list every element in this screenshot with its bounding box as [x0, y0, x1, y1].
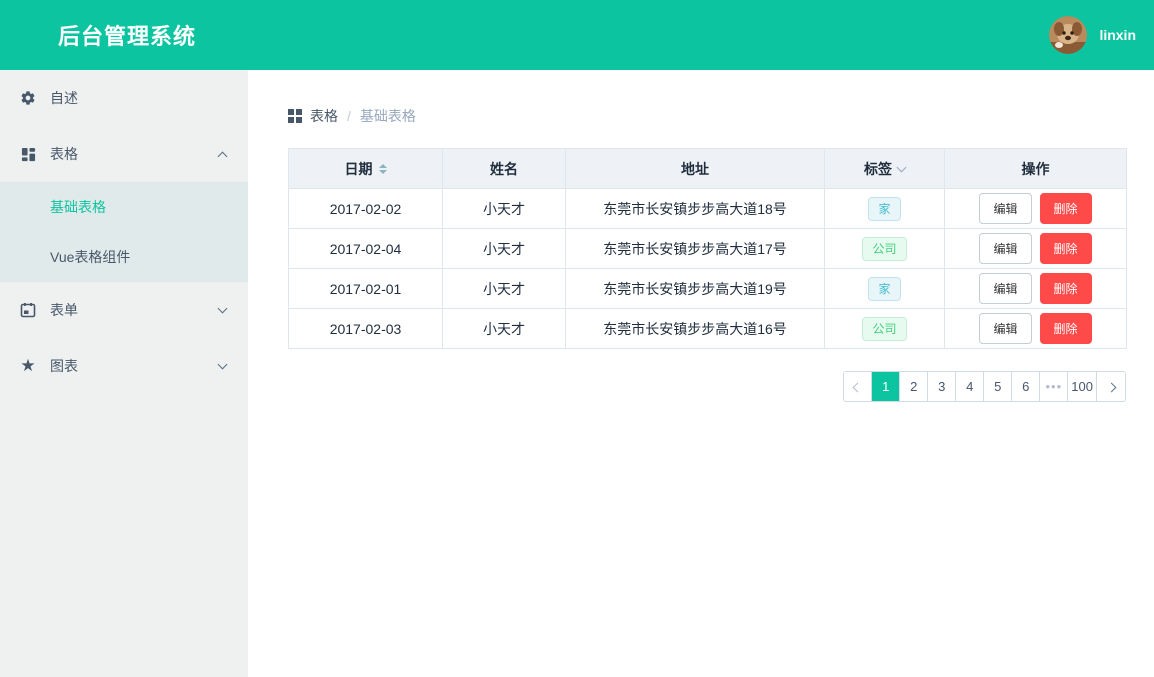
edit-button[interactable]: 编辑 — [979, 273, 1031, 304]
cell-actions: 编辑删除 — [945, 269, 1127, 309]
form-icon — [20, 302, 36, 318]
filter-chevron-icon[interactable] — [897, 162, 907, 172]
basic-table: 日期 姓名 地址 标签 操作 — [288, 148, 1127, 349]
column-header-label: 日期 — [345, 159, 373, 179]
sidebar-item-chart[interactable]: ★ 图表 — [0, 338, 248, 394]
cell-address: 东莞市长安镇步步高大道18号 — [566, 189, 825, 229]
cell-date: 2017-02-03 — [289, 309, 443, 349]
pagination: 1 2 3 4 5 6 ••• 100 — [843, 371, 1126, 402]
table-row: 2017-02-01 小天才 东莞市长安镇步步高大道19号 家 编辑删除 — [289, 269, 1127, 309]
chevron-right-icon — [1106, 383, 1116, 393]
more-pages-button[interactable]: ••• — [1040, 372, 1068, 401]
gear-icon — [20, 90, 36, 106]
submenu-item-label: 基础表格 — [50, 197, 106, 217]
cell-name: 小天才 — [443, 189, 566, 229]
puppy-avatar-image — [1049, 16, 1087, 54]
chevron-down-icon — [218, 304, 228, 314]
cell-tag: 家 — [825, 269, 945, 309]
sidebar-item-vue-table-component[interactable]: Vue表格组件 — [0, 232, 248, 282]
cell-address: 东莞市长安镇步步高大道16号 — [566, 309, 825, 349]
cell-name: 小天才 — [443, 309, 566, 349]
breadcrumb: 表格 / 基础表格 — [288, 106, 1127, 126]
app-header: 后台管理系统 linxin — [0, 0, 1154, 70]
page-button-6[interactable]: 6 — [1012, 372, 1040, 401]
sidebar-item-label: 自述 — [50, 88, 226, 108]
sidebar: 自述 表格 基础表格 Vue表格组件 表单 ★ 图表 — [0, 70, 248, 677]
table-submenu: 基础表格 Vue表格组件 — [0, 182, 248, 282]
page-button-2[interactable]: 2 — [900, 372, 928, 401]
delete-button[interactable]: 删除 — [1040, 273, 1092, 304]
chevron-left-icon — [853, 383, 863, 393]
cell-date: 2017-02-04 — [289, 229, 443, 269]
username-label: linxin — [1099, 27, 1136, 43]
delete-button[interactable]: 删除 — [1040, 313, 1092, 344]
column-header-name: 姓名 — [443, 149, 566, 189]
column-header-actions: 操作 — [945, 149, 1127, 189]
edit-button[interactable]: 编辑 — [979, 313, 1031, 344]
sidebar-item-label: 表单 — [50, 300, 219, 320]
page-button-100[interactable]: 100 — [1068, 372, 1097, 401]
table-row: 2017-02-04 小天才 东莞市长安镇步步高大道17号 公司 编辑删除 — [289, 229, 1127, 269]
cell-date: 2017-02-01 — [289, 269, 443, 309]
breadcrumb-root[interactable]: 表格 — [310, 106, 338, 126]
cell-tag: 公司 — [825, 309, 945, 349]
delete-button[interactable]: 删除 — [1040, 233, 1092, 264]
tag-badge: 家 — [868, 197, 900, 221]
page-button-1[interactable]: 1 — [872, 372, 900, 401]
tag-badge: 家 — [868, 277, 900, 301]
sidebar-item-basic-table[interactable]: 基础表格 — [0, 182, 248, 232]
table-header-row: 日期 姓名 地址 标签 操作 — [289, 149, 1127, 189]
cell-address: 东莞市长安镇步步高大道17号 — [566, 229, 825, 269]
delete-button[interactable]: 删除 — [1040, 193, 1092, 224]
page-button-5[interactable]: 5 — [984, 372, 1012, 401]
tag-badge: 公司 — [862, 237, 906, 261]
chevron-down-icon — [218, 360, 228, 370]
app-title: 后台管理系统 — [58, 19, 196, 51]
table-row: 2017-02-03 小天才 东莞市长安镇步步高大道16号 公司 编辑删除 — [289, 309, 1127, 349]
edit-button[interactable]: 编辑 — [979, 193, 1031, 224]
next-page-button[interactable] — [1097, 372, 1125, 401]
cell-name: 小天才 — [443, 229, 566, 269]
main-content: 表格 / 基础表格 日期 姓名 地址 — [248, 70, 1154, 677]
table-row: 2017-02-02 小天才 东莞市长安镇步步高大道18号 家 编辑删除 — [289, 189, 1127, 229]
submenu-item-label: Vue表格组件 — [50, 247, 130, 267]
pagination-row: 1 2 3 4 5 6 ••• 100 — [288, 371, 1126, 402]
edit-button[interactable]: 编辑 — [979, 233, 1031, 264]
sidebar-item-table[interactable]: 表格 — [0, 126, 248, 182]
cell-tag: 家 — [825, 189, 945, 229]
column-header-label: 标签 — [864, 159, 892, 179]
column-header-date[interactable]: 日期 — [289, 149, 443, 189]
sidebar-item-label: 表格 — [50, 144, 219, 164]
column-header-address: 地址 — [566, 149, 825, 189]
cell-name: 小天才 — [443, 269, 566, 309]
cell-actions: 编辑删除 — [945, 189, 1127, 229]
chevron-up-icon — [218, 151, 228, 161]
cell-tag: 公司 — [825, 229, 945, 269]
sidebar-item-form[interactable]: 表单 — [0, 282, 248, 338]
sort-caret-icon[interactable] — [379, 164, 387, 174]
cell-actions: 编辑删除 — [945, 309, 1127, 349]
sidebar-item-label: 图表 — [50, 356, 219, 376]
page-button-3[interactable]: 3 — [928, 372, 956, 401]
star-icon: ★ — [20, 358, 36, 374]
breadcrumb-current: 基础表格 — [360, 106, 416, 126]
sidebar-item-readme[interactable]: 自述 — [0, 70, 248, 126]
page-button-4[interactable]: 4 — [956, 372, 984, 401]
tag-badge: 公司 — [862, 317, 906, 341]
user-avatar[interactable] — [1049, 16, 1087, 54]
column-header-tag: 标签 — [825, 149, 945, 189]
breadcrumb-separator: / — [347, 108, 351, 124]
grid-icon — [288, 109, 302, 123]
cell-actions: 编辑删除 — [945, 229, 1127, 269]
table-icon — [20, 146, 36, 162]
main-layout: 自述 表格 基础表格 Vue表格组件 表单 ★ 图表 — [0, 70, 1154, 677]
cell-address: 东莞市长安镇步步高大道19号 — [566, 269, 825, 309]
cell-date: 2017-02-02 — [289, 189, 443, 229]
prev-page-button[interactable] — [844, 372, 872, 401]
